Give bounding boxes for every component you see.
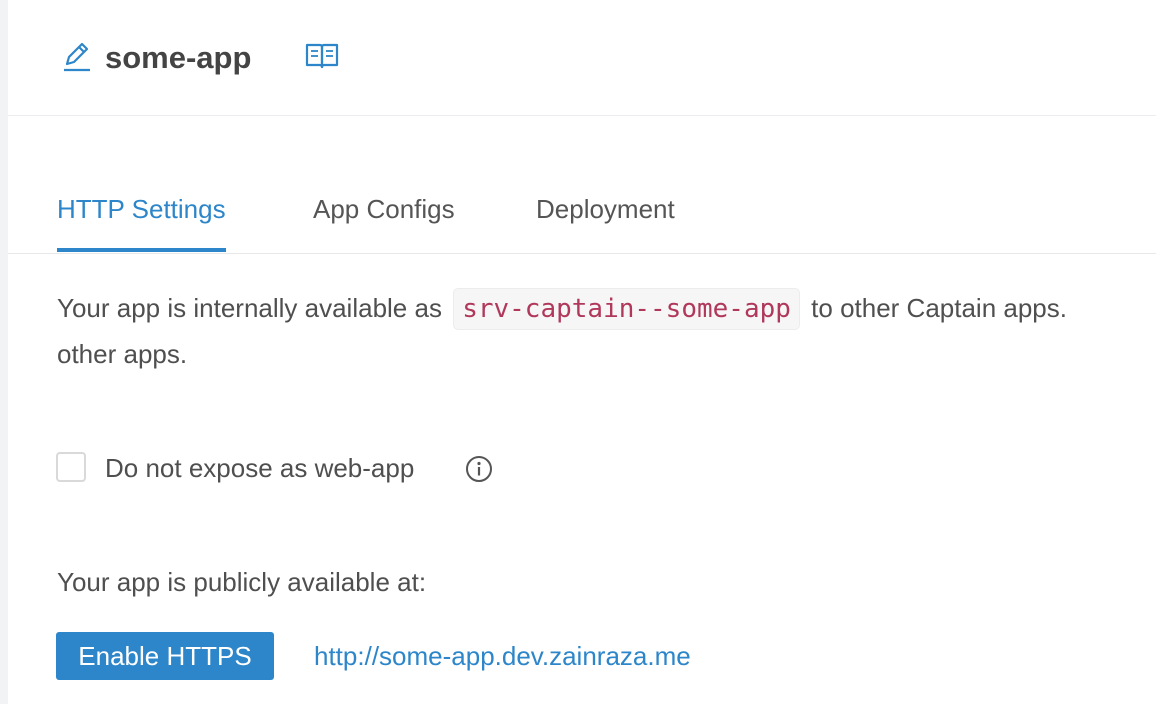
tab-deployment[interactable]: Deployment [536, 180, 675, 252]
internal-prefix: Your app is internally available as [57, 293, 442, 323]
expose-webapp-label[interactable]: Do not expose as web-app [105, 448, 414, 488]
tab-app-configs[interactable]: App Configs [313, 180, 455, 252]
public-availability-label: Your app is publicly available at: [57, 567, 427, 597]
app-name-title: some-app [105, 40, 252, 75]
internal-availability-text: Your app is internally available as srv-… [57, 286, 1067, 330]
internal-service-name: srv-captain--some-app [453, 288, 800, 330]
info-circle-icon[interactable] [465, 455, 493, 483]
open-book-icon[interactable] [304, 40, 340, 72]
enable-https-button[interactable]: Enable HTTPS [56, 632, 274, 680]
tab-http-settings[interactable]: HTTP Settings [57, 180, 226, 252]
expose-webapp-checkbox[interactable] [56, 452, 86, 482]
internal-suffix: to other Captain apps. [811, 293, 1067, 323]
public-url-link[interactable]: http://some-app.dev.zainraza.me [314, 636, 691, 676]
edit-pencil-icon[interactable] [60, 38, 96, 74]
settings-tabs: HTTP Settings App Configs Deployment [8, 180, 1156, 254]
internal-overflow-text: other apps. [57, 339, 188, 369]
left-sidebar-edge [0, 0, 8, 704]
app-header: some-app [8, 0, 1156, 116]
